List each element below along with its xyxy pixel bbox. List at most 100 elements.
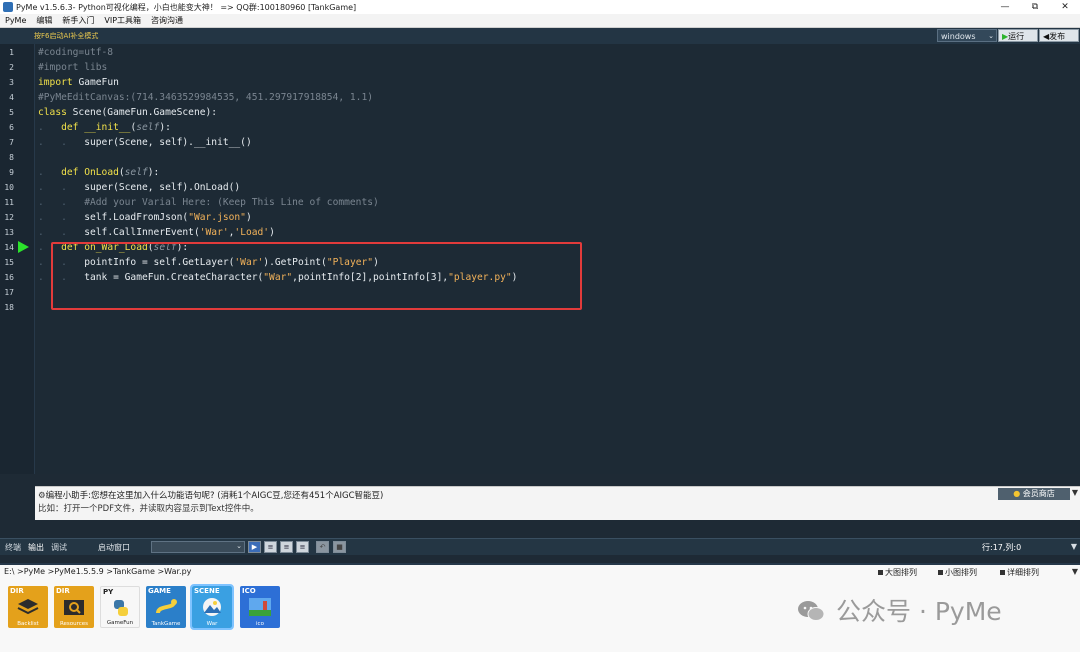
code-line[interactable]: . . super(Scene, self).OnLoad() bbox=[38, 180, 240, 195]
menu-item-edit[interactable]: 编辑 bbox=[31, 15, 57, 26]
code-token: OnLoad bbox=[84, 167, 119, 178]
code-token: "War.json" bbox=[188, 212, 246, 223]
minimize-icon[interactable]: — bbox=[990, 0, 1020, 14]
publish-button-label: 发布 bbox=[1049, 32, 1066, 41]
file-path-breadcrumb[interactable]: E:\ >PyMe >PyMe1.5.5.9 >TankGame >War.py bbox=[4, 567, 191, 576]
run-button[interactable]: ▶运行 bbox=[998, 29, 1038, 42]
tab-terminal[interactable]: 终端 bbox=[5, 542, 21, 553]
layers-icon bbox=[17, 599, 39, 615]
line-number[interactable]: 9 bbox=[0, 168, 14, 177]
play-icon[interactable]: ▶ bbox=[248, 541, 261, 553]
file-name: Backlist bbox=[17, 621, 39, 627]
file-type-tag: GAME bbox=[148, 587, 171, 595]
code-token: super(Scene, self).__init__() bbox=[84, 137, 252, 148]
line-number[interactable]: 8 bbox=[0, 153, 14, 162]
view-small-icons[interactable]: 小图排列 bbox=[938, 567, 977, 578]
align-center-icon[interactable]: ≡ bbox=[280, 541, 293, 553]
view-large-icons[interactable]: 大图排列 bbox=[878, 567, 917, 578]
publish-button[interactable]: ◀发布 bbox=[1039, 29, 1079, 42]
align-right-icon[interactable]: ≡ bbox=[296, 541, 309, 553]
code-line[interactable]: . . #Add your Varial Here: (Keep This Li… bbox=[38, 195, 379, 210]
undo-icon[interactable]: ↶ bbox=[316, 541, 329, 553]
menu-item-pyme[interactable]: PyMe bbox=[0, 16, 31, 25]
wechat-icon bbox=[798, 601, 825, 621]
maximize-icon[interactable]: ⧉ bbox=[1020, 0, 1050, 14]
code-line[interactable]: . def __init__(self): bbox=[38, 120, 171, 135]
line-number[interactable]: 3 bbox=[0, 78, 14, 87]
code-token: Scene(GameFun.GameScene): bbox=[72, 107, 218, 118]
code-editor[interactable]: 1 2 3 4 5 6 7 8 9 10 11 12 13 14 15 16 17 18 #coding=utf-… bbox=[0, 44, 1080, 474]
code-token: 'War' bbox=[199, 227, 229, 238]
tab-debug[interactable]: 调试 bbox=[51, 542, 67, 553]
line-number[interactable]: 7 bbox=[0, 138, 14, 147]
file-item-backlist[interactable]: DIR Backlist bbox=[8, 586, 48, 628]
code-line[interactable]: class Scene(GameFun.GameScene): bbox=[38, 105, 217, 120]
align-left-icon[interactable]: ≡ bbox=[264, 541, 277, 553]
line-number[interactable]: 15 bbox=[0, 258, 14, 267]
code-line[interactable]: . def OnLoad(self): bbox=[38, 165, 159, 180]
line-number[interactable]: 10 bbox=[0, 183, 14, 192]
map-icon bbox=[249, 598, 271, 616]
line-number-gutter[interactable]: 1 2 3 4 5 6 7 8 9 10 11 12 13 14 15 16 17 18 bbox=[0, 44, 35, 474]
line-number[interactable]: 11 bbox=[0, 198, 14, 207]
editor-toolbar: 按F6启动AI补全模式 windows ⌄ ▶运行 ◀发布 bbox=[0, 28, 1080, 44]
file-name: GameFun bbox=[106, 620, 134, 626]
code-token: #import libs bbox=[38, 62, 108, 73]
bottom-panel-tabs: 终端 输出 调试 启动窗口 ⌄ ▶ ≡ ≡ ≡ ↶ ■ 行:17,列:0 ▼ bbox=[0, 538, 1080, 555]
code-line[interactable]: . . self.CallInnerEvent('War','Load') bbox=[38, 225, 275, 240]
line-number[interactable]: 4 bbox=[0, 93, 14, 102]
start-window-select[interactable]: ⌄ bbox=[151, 541, 245, 553]
code-token: __init__ bbox=[84, 122, 131, 133]
line-number[interactable]: 6 bbox=[0, 123, 14, 132]
tab-output[interactable]: 输出 bbox=[28, 542, 44, 553]
indent-guide: . bbox=[61, 182, 85, 193]
platform-select[interactable]: windows ⌄ bbox=[937, 29, 997, 42]
start-window-label: 启动窗口 bbox=[98, 543, 130, 552]
member-shop-button[interactable]: ● 会员商店 bbox=[998, 488, 1070, 500]
coin-icon: ● bbox=[1013, 489, 1021, 498]
file-item-gamefun[interactable]: PY GameFun bbox=[100, 586, 140, 628]
code-line[interactable]: . . self.LoadFromJson("War.json") bbox=[38, 210, 252, 225]
code-token: GameFun bbox=[78, 77, 119, 88]
file-item-tankgame[interactable]: GAME TankGame bbox=[146, 586, 186, 628]
chevron-down-icon[interactable]: ▼ bbox=[1072, 567, 1078, 576]
line-number[interactable]: 16 bbox=[0, 273, 14, 282]
ai-completion-hint: 按F6启动AI补全模式 bbox=[34, 32, 99, 40]
line-number[interactable]: 2 bbox=[0, 63, 14, 72]
code-token: ) bbox=[245, 212, 252, 223]
code-line[interactable]: #import libs bbox=[38, 60, 107, 75]
title-bar: PyMe v1.5.6.3- Python可视化编程，小白也能变大神！ => Q… bbox=[0, 0, 1080, 14]
menu-item-vip-toolbox[interactable]: VIP工具箱 bbox=[99, 15, 146, 26]
assistant-input[interactable]: 比如：打开一个PDF文件，并读取内容显示到Text控件中。 bbox=[38, 502, 259, 514]
chevron-down-icon[interactable]: ▼ bbox=[1071, 542, 1077, 551]
line-number[interactable]: 5 bbox=[0, 108, 14, 117]
file-type-tag: DIR bbox=[56, 587, 70, 595]
assistant-question: ⚙编程小助手:您想在这里加入什么功能语句呢? (消耗1个AIGC豆,您还有451… bbox=[38, 489, 383, 501]
menu-item-getting-started[interactable]: 新手入门 bbox=[57, 15, 99, 26]
file-item-ico[interactable]: ICO ico bbox=[240, 586, 280, 628]
line-number[interactable]: 13 bbox=[0, 228, 14, 237]
code-line[interactable]: . . super(Scene, self).__init__() bbox=[38, 135, 252, 150]
file-type-tag: PY bbox=[103, 588, 114, 596]
code-line[interactable]: #coding=utf-8 bbox=[38, 45, 113, 60]
window-controls: — ⧉ ✕ bbox=[990, 0, 1080, 14]
code-token: ): bbox=[147, 167, 160, 178]
chevron-down-icon[interactable]: ▼ bbox=[1072, 488, 1078, 497]
line-number[interactable]: 17 bbox=[0, 288, 14, 297]
breakpoint-arrow-icon[interactable] bbox=[18, 241, 29, 253]
code-token: self.LoadFromJson( bbox=[84, 212, 189, 223]
code-line[interactable]: import GameFun bbox=[38, 75, 119, 90]
file-item-resources[interactable]: DIR Resources bbox=[54, 586, 94, 628]
code-line[interactable]: #PyMeEditCanvas:(714.3463529984535, 451.… bbox=[38, 90, 373, 105]
menu-item-consult[interactable]: 咨询沟通 bbox=[146, 15, 188, 26]
line-number[interactable]: 1 bbox=[0, 48, 14, 57]
close-icon[interactable]: ✕ bbox=[1050, 0, 1080, 14]
line-number[interactable]: 18 bbox=[0, 303, 14, 312]
line-number[interactable]: 14 bbox=[0, 243, 14, 252]
file-item-war[interactable]: SCENE War bbox=[190, 584, 234, 630]
view-details[interactable]: 详细排列 bbox=[1000, 567, 1039, 578]
stop-icon[interactable]: ■ bbox=[333, 541, 346, 553]
line-number[interactable]: 12 bbox=[0, 213, 14, 222]
indent-guide: . bbox=[38, 227, 62, 238]
grid-icon bbox=[938, 570, 943, 575]
